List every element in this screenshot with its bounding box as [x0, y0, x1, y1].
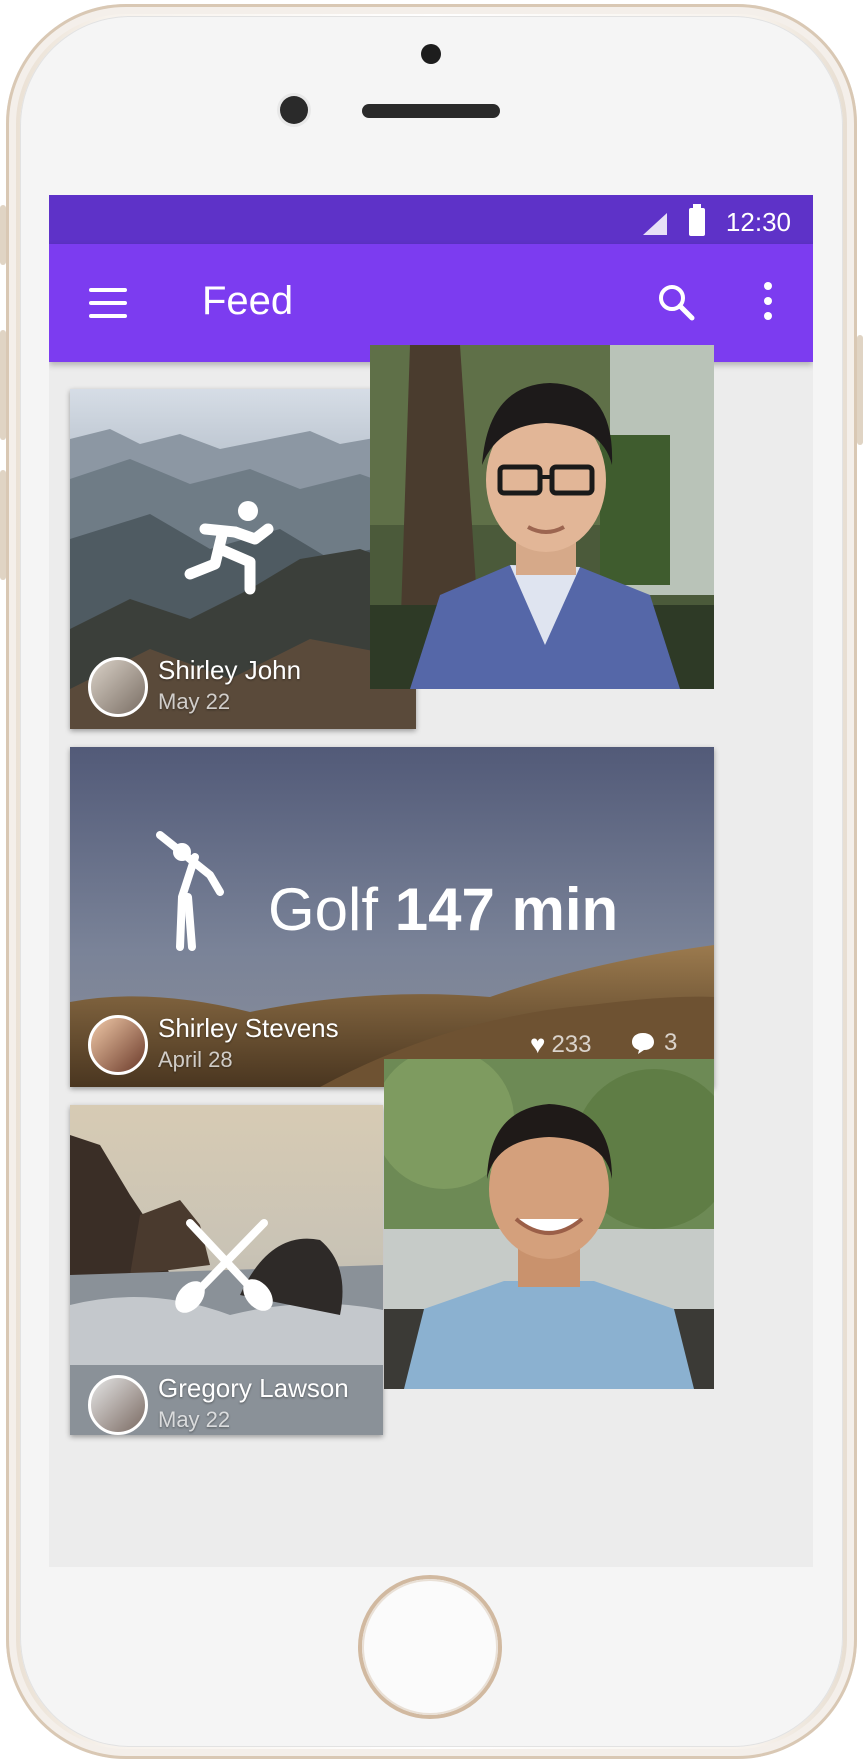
volume-down-button [0, 470, 6, 580]
comment-count[interactable]: 3 [630, 1029, 677, 1057]
profile-photo-man-glasses[interactable] [370, 345, 714, 689]
author-name[interactable]: Shirley John [158, 655, 301, 686]
app-screen: 12:30 Feed Shirley John May 22 Golf 147 … [49, 195, 813, 1567]
cellular-signal-icon [643, 213, 667, 235]
page-title: Feed [202, 279, 294, 323]
like-count[interactable]: ♥ 233 [530, 1029, 591, 1060]
like-count-value: 233 [551, 1030, 592, 1058]
volume-up-button [0, 330, 6, 440]
comment-icon [632, 1033, 654, 1054]
avatar[interactable] [88, 1375, 148, 1435]
activity-duration: 147 min [394, 876, 619, 943]
hamburger-menu-icon[interactable] [89, 288, 127, 318]
heart-icon: ♥ [530, 1029, 546, 1059]
status-bar: 12:30 [49, 195, 813, 244]
author-name[interactable]: Shirley Stevens [158, 1013, 339, 1044]
profile-photo-man-smiling[interactable] [384, 1059, 714, 1389]
battery-icon [689, 204, 705, 236]
feed-card-kayak[interactable]: Gregory Lawson May 22 [70, 1105, 383, 1435]
power-button [857, 335, 863, 445]
front-camera [280, 96, 308, 124]
search-icon[interactable] [656, 282, 696, 322]
proximity-sensor [421, 44, 441, 64]
feed-card-golf[interactable]: Golf 147 min Shirley Stevens April 28 ♥ … [70, 747, 714, 1087]
golf-icon [150, 825, 240, 955]
earpiece-speaker [362, 104, 500, 118]
avatar[interactable] [88, 1015, 148, 1075]
post-date: April 28 [158, 1047, 233, 1072]
status-time: 12:30 [725, 207, 791, 237]
feed-card-running[interactable]: Shirley John May 22 [70, 389, 416, 729]
home-button[interactable] [362, 1579, 498, 1715]
more-vertical-icon[interactable] [762, 282, 774, 326]
post-date: May 22 [158, 689, 231, 714]
activity-name: Golf [268, 876, 379, 943]
avatar[interactable] [88, 657, 148, 717]
author-name[interactable]: Gregory Lawson [158, 1373, 349, 1404]
comment-count-value: 3 [664, 1029, 678, 1056]
activity-summary: Golf 147 min [268, 875, 618, 944]
post-date: May 22 [158, 1407, 231, 1432]
mute-switch [0, 205, 6, 265]
